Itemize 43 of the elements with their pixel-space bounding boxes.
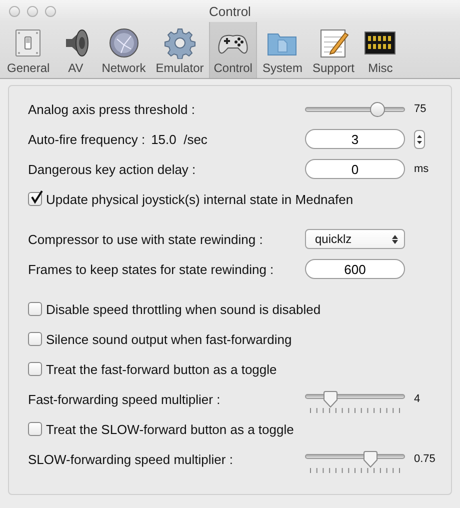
setting-label: Dangerous key action delay : xyxy=(28,162,196,176)
toolbar-tab[interactable]: Support xyxy=(307,22,360,78)
dropdown[interactable]: quicklz xyxy=(305,229,405,249)
slider[interactable] xyxy=(305,391,405,408)
setting-label: Analog axis press threshold : xyxy=(28,102,195,116)
window-button[interactable] xyxy=(45,6,56,16)
slider[interactable] xyxy=(305,100,405,118)
checkmark-icon xyxy=(30,190,44,204)
frequency-reading: 15.0 /sec xyxy=(151,132,208,146)
input-field[interactable]: 600 xyxy=(305,259,405,279)
toolbar-tab[interactable]: Misc xyxy=(359,22,402,78)
slider-thumb[interactable] xyxy=(323,391,338,408)
value-label: 0.75 xyxy=(414,453,436,465)
window-button[interactable] xyxy=(9,6,20,16)
gear-icon xyxy=(164,27,196,59)
toolbar-tab[interactable]: Control xyxy=(208,22,258,78)
value-label: 4 xyxy=(414,393,420,405)
arrows-icon xyxy=(392,234,398,244)
setting-label: SLOW-forwarding speed multiplier : xyxy=(28,452,233,466)
toolbar-tab[interactable]: System xyxy=(257,22,308,78)
toolbar-tab[interactable]: AV xyxy=(54,22,97,78)
globe-icon xyxy=(108,27,140,59)
checkbox[interactable]: Silence sound output when fast-forwarding xyxy=(28,332,292,346)
stepper-button[interactable] xyxy=(414,130,425,148)
window-button[interactable] xyxy=(27,6,38,16)
checkbox[interactable]: Disable speed throttling when sound is disabled xyxy=(28,302,321,316)
slider-thumb[interactable] xyxy=(363,451,378,468)
setting-label: Frames to keep states for state rewinding : xyxy=(28,262,274,276)
setting-label: Fast-forwarding speed multiplier : xyxy=(28,392,220,406)
toolbar-tab[interactable]: Network xyxy=(96,22,151,78)
setting-label: Auto-fire frequency : xyxy=(28,132,146,146)
unit-label: ms xyxy=(414,163,429,175)
toolbar-tab[interactable]: General xyxy=(2,22,55,78)
input-field[interactable]: 3 xyxy=(305,129,405,149)
window-title: Control xyxy=(209,4,251,18)
toolbar-tab[interactable]: Emulator xyxy=(150,22,209,78)
setting-label: Compressor to use with state rewinding : xyxy=(28,232,263,246)
input-field[interactable]: 0 xyxy=(305,159,405,179)
slider[interactable] xyxy=(305,451,405,468)
checkbox[interactable]: Update physical joystick(s) internal state in Mednafen xyxy=(28,192,354,206)
checkbox[interactable]: Treat the fast-forward button as a toggle xyxy=(28,362,277,376)
checkbox[interactable]: Treat the SLOW-forward button as a toggle xyxy=(28,422,294,436)
value-label: 75 xyxy=(414,103,426,115)
